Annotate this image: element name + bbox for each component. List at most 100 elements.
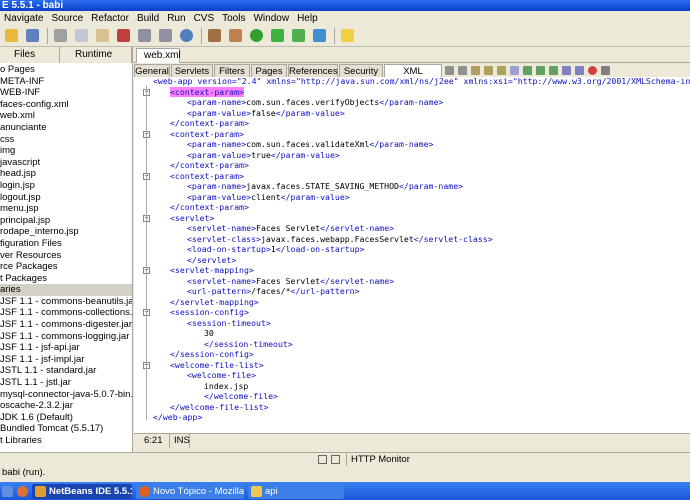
tree-node[interactable]: aries (0, 284, 132, 296)
tab-http-monitor[interactable]: HTTP Monitor (346, 453, 410, 467)
tree-node[interactable]: mysql-connector-java-5.0.7-bin.jar (0, 389, 132, 401)
xml-tag: <param-value> (187, 191, 252, 202)
tree-node[interactable]: javascript (0, 157, 132, 169)
menu-tools[interactable]: Tools (222, 13, 245, 24)
find-previous-icon[interactable] (484, 65, 493, 75)
code-editor[interactable]: −−−−−−− <web-app version="2.4" xmlns="ht… (134, 77, 690, 433)
record-macro-icon[interactable] (588, 65, 597, 75)
find-selection-icon[interactable] (471, 65, 480, 75)
task-netbeans[interactable]: NetBeans IDE 5.5.1 - b... (32, 483, 132, 499)
copy-button[interactable] (72, 27, 91, 45)
cut-button[interactable] (51, 27, 70, 45)
tree-node[interactable]: head.jsp (0, 168, 132, 180)
shift-left-icon[interactable] (562, 65, 571, 75)
tab-security[interactable]: Security (339, 63, 383, 77)
file-tab-web-xml[interactable]: web.xml (136, 48, 181, 63)
tree-node[interactable]: oscache-2.3.2.jar (0, 400, 132, 412)
open-project-button[interactable] (2, 27, 21, 45)
tree-node[interactable]: logout.jsp (0, 192, 132, 204)
find-next-icon[interactable] (497, 65, 506, 75)
undo-button[interactable] (135, 27, 154, 45)
tree-node[interactable]: JSTL 1.1 - standard.jar (0, 365, 132, 377)
profile-button[interactable] (310, 27, 329, 45)
next-bookmark-icon[interactable] (536, 65, 545, 75)
xml-tag: </param-name> (369, 139, 434, 149)
toolbar-separator (334, 27, 335, 44)
tree-node[interactable]: JSTL 1.1 - jstl.jar (0, 377, 132, 389)
tree-node[interactable]: JSF 1.1 - jsf-api.jar (0, 342, 132, 354)
debug-button[interactable] (268, 27, 287, 45)
tree-node[interactable]: anunciante (0, 122, 132, 134)
code-line: <servlet-name>Faces Servlet</servlet-nam… (187, 276, 394, 287)
tree-node[interactable]: o Pages (0, 64, 132, 76)
toggle-highlight-icon[interactable] (510, 65, 519, 75)
tree-node[interactable]: JSF 1.1 - jsf-impl.jar (0, 354, 132, 366)
delete-button[interactable] (114, 27, 133, 45)
tree-node[interactable]: JSF 1.1 - commons-collections.jar (0, 307, 132, 319)
tab-files[interactable]: Files (0, 47, 60, 63)
task-firefox[interactable]: Novo Tópico - Mozilla Fir... (136, 483, 244, 499)
menu-source[interactable]: Source (51, 13, 83, 24)
tree-node[interactable]: img (0, 145, 132, 157)
xml-tag: <session-config> (170, 307, 249, 317)
tree-node[interactable]: ver Resources (0, 250, 132, 262)
menu-build[interactable]: Build (137, 13, 159, 24)
folder-icon (5, 29, 18, 42)
minimize-output-icon[interactable] (318, 455, 327, 464)
close-output-icon[interactable] (331, 455, 340, 464)
tree-node[interactable]: principal.jsp (0, 215, 132, 227)
tree-node[interactable]: JSF 1.1 - commons-logging.jar (0, 331, 132, 343)
tree-node[interactable]: Bundled Tomcat (5.5.17) (0, 423, 132, 435)
xml-text: client (251, 191, 281, 202)
browser-quicklaunch-icon[interactable] (17, 485, 28, 497)
tab-xml[interactable]: XML (384, 63, 442, 77)
menu-run[interactable]: Run (167, 13, 185, 24)
tree-node[interactable]: rce Packages (0, 261, 132, 273)
tab-pages[interactable]: Pages (251, 63, 287, 77)
stop-macro-icon[interactable] (601, 65, 610, 75)
menu-refactor[interactable]: Refactor (91, 13, 129, 24)
toggle-bookmark-icon[interactable] (549, 65, 558, 75)
tree-node[interactable]: JSF 1.1 - commons-digester.jar (0, 319, 132, 331)
show-desktop-icon[interactable] (2, 485, 13, 497)
tree-node[interactable]: menu.jsp (0, 203, 132, 215)
help-button[interactable] (338, 27, 357, 45)
forward-icon[interactable] (458, 65, 467, 75)
find-button[interactable] (177, 27, 196, 45)
tree-node[interactable]: figuration Files (0, 238, 132, 250)
build-button[interactable] (205, 27, 224, 45)
tree-node[interactable]: WEB-INF (0, 87, 132, 99)
clean-build-button[interactable] (226, 27, 245, 45)
redo-button[interactable] (156, 27, 175, 45)
tree-node[interactable]: rodape_interno.jsp (0, 226, 132, 238)
run-button[interactable] (247, 27, 266, 45)
tab-general[interactable]: General (134, 63, 170, 77)
tree-node[interactable]: login.jsp (0, 180, 132, 192)
tree-node[interactable]: faces-config.xml (0, 99, 132, 111)
menu-navigate[interactable]: Navigate (4, 13, 43, 24)
menu-cvs[interactable]: CVS (194, 13, 215, 24)
shift-right-icon[interactable] (575, 65, 584, 75)
tab-runtime[interactable]: Runtime (60, 47, 132, 63)
tab-references[interactable]: References (288, 63, 338, 77)
menu-help[interactable]: Help (297, 13, 318, 24)
tree-node[interactable]: META-INF (0, 76, 132, 88)
tree-node[interactable]: web.xml (0, 110, 132, 122)
tree-node[interactable]: t Packages (0, 273, 132, 285)
tree-node[interactable]: t Libraries (0, 435, 132, 447)
step-button[interactable] (289, 27, 308, 45)
xml-text: true (251, 149, 271, 160)
task-explorer-api[interactable]: api (248, 483, 344, 499)
tree-node[interactable]: JSF 1.1 - commons-beanutils.jar (0, 296, 132, 308)
save-all-button[interactable] (23, 27, 42, 45)
menu-window[interactable]: Window (253, 13, 289, 24)
tree-node[interactable]: css (0, 134, 132, 146)
tab-filters[interactable]: Filters (214, 63, 250, 77)
previous-bookmark-icon[interactable] (523, 65, 532, 75)
back-icon[interactable] (445, 65, 454, 75)
paste-button[interactable] (93, 27, 112, 45)
task-firefox-label: Novo Tópico - Mozilla Fir... (153, 485, 244, 497)
tree-node[interactable]: JDK 1.6 (Default) (0, 412, 132, 424)
tab-servlets[interactable]: Servlets (171, 63, 213, 77)
projects-panel: Files Runtime o Pages META-INF WEB-INF face… (0, 47, 133, 455)
